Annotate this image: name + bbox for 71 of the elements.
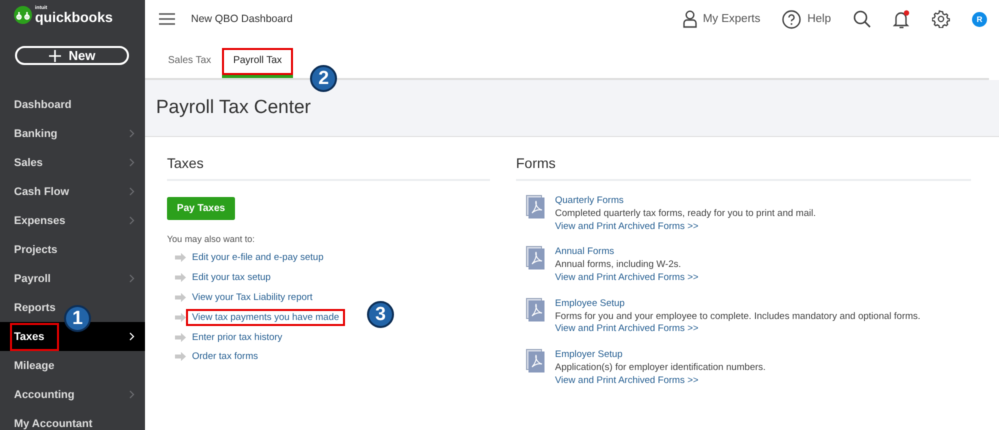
callout-badge: 2: [310, 65, 338, 92]
person-icon: [682, 10, 697, 28]
arrow-icon: [175, 332, 186, 342]
form-title-link[interactable]: Quarterly Forms: [555, 195, 816, 208]
tab[interactable]: Payroll Tax: [222, 48, 293, 78]
intro-text: You may also want to:: [167, 234, 256, 244]
sidebar-item[interactable]: Sales: [10, 154, 47, 170]
pdf-document-icon: [526, 195, 546, 221]
section-heading: Taxes: [167, 155, 490, 181]
logo-icon: [14, 6, 32, 24]
sidebar-item[interactable]: Taxes: [10, 322, 60, 350]
sidebar-item[interactable]: Mileage: [10, 358, 58, 374]
form-description: Completed quarterly tax forms, ready for you to print and mail.: [555, 208, 816, 221]
chevron-icon: [129, 129, 135, 138]
sidebar-item[interactable]: Cash Flow: [10, 184, 74, 200]
menu-icon[interactable]: [159, 13, 175, 25]
link[interactable]: Order tax forms: [186, 348, 264, 366]
arrow-icon: [175, 273, 186, 282]
my-experts-button[interactable]: My Experts: [682, 10, 760, 28]
pdf-document-icon: [526, 349, 546, 376]
help-icon: [782, 10, 802, 28]
callout-badge: 3: [367, 301, 394, 328]
sidebar-item[interactable]: Payroll: [10, 270, 55, 286]
form-title-link[interactable]: Employer Setup: [555, 349, 766, 362]
link[interactable]: View tax payments you have made: [186, 308, 346, 326]
sidebar-item[interactable]: My Accountant: [10, 416, 96, 430]
chevron-icon: [129, 187, 135, 196]
tab[interactable]: Sales Tax: [157, 55, 222, 78]
arrow-icon: [175, 253, 186, 262]
plus-icon: [48, 50, 61, 62]
form-description: Forms for you and your employee to complete. Includes mandatory and optional forms.: [555, 310, 920, 324]
form-description: Annual forms, including W-2s.: [555, 259, 682, 272]
page-title: Payroll Tax Center: [156, 97, 311, 119]
settings-icon[interactable]: [932, 10, 950, 28]
archived-forms-link[interactable]: View and Print Archived Forms >>: [555, 323, 920, 336]
arrow-icon: [175, 352, 186, 362]
pdf-document-icon: [526, 298, 546, 324]
chevron-icon: [129, 274, 135, 283]
link[interactable]: Edit your tax setup: [186, 269, 277, 286]
search-icon[interactable]: [853, 10, 871, 28]
page-heading: New QBO Dashboard: [191, 13, 293, 25]
form-description: Application(s) for employer identification numbers.: [555, 362, 766, 375]
help-button[interactable]: Help: [782, 10, 831, 28]
new-button[interactable]: New: [15, 46, 129, 65]
chevron-icon: [129, 332, 135, 341]
link[interactable]: Enter prior tax history: [186, 328, 288, 346]
pdf-document-icon: [526, 246, 546, 272]
chevron-icon: [129, 216, 135, 225]
sidebar-item[interactable]: Reports: [10, 300, 60, 316]
section-heading: Forms: [516, 155, 971, 181]
sidebar-item[interactable]: Accounting: [10, 386, 78, 402]
callout-badge: 1: [64, 305, 91, 332]
link[interactable]: Edit your e-file and e-pay setup: [186, 249, 330, 266]
avatar[interactable]: R: [972, 12, 987, 26]
chevron-icon: [129, 390, 135, 399]
chevron-icon: [129, 158, 135, 167]
sidebar-item[interactable]: Banking: [10, 126, 62, 142]
link[interactable]: View your Tax Liability report: [186, 288, 319, 306]
sidebar-item[interactable]: Dashboard: [10, 96, 76, 112]
arrow-icon: [175, 312, 186, 322]
sidebar-item[interactable]: Expenses: [10, 212, 70, 228]
arrow-icon: [175, 292, 186, 302]
form-title-link[interactable]: Annual Forms: [555, 246, 698, 260]
archived-forms-link[interactable]: View and Print Archived Forms >>: [555, 374, 766, 388]
pay-taxes-button[interactable]: Pay Taxes: [167, 197, 235, 220]
logo-text: quickbooks: [35, 10, 113, 24]
form-title-link[interactable]: Employee Setup: [555, 298, 920, 311]
sidebar-item[interactable]: Projects: [10, 242, 62, 258]
archived-forms-link[interactable]: View and Print Archived Forms >>: [555, 272, 698, 285]
bell-icon[interactable]: [893, 10, 910, 28]
archived-forms-link[interactable]: View and Print Archived Forms >>: [555, 220, 816, 234]
